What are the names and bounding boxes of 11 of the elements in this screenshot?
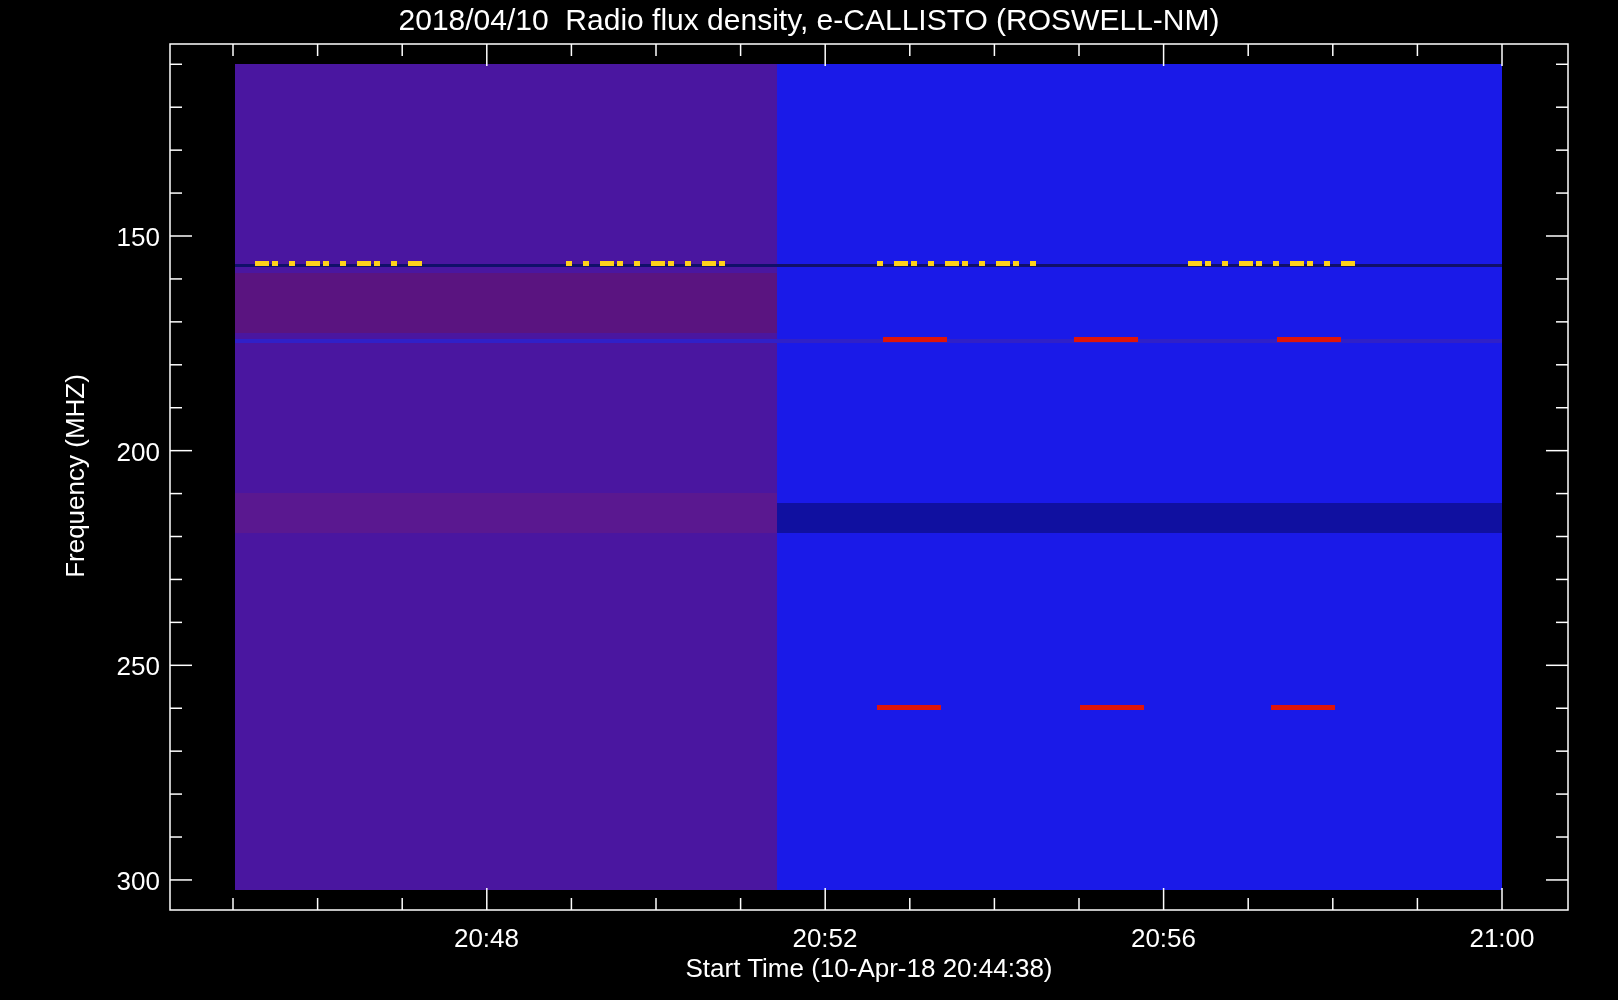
x-tick-label: 20:56 bbox=[1130, 923, 1197, 953]
x-tick-label: 21:00 bbox=[1469, 923, 1535, 953]
y-tick-label: 200 bbox=[116, 436, 160, 467]
x-tick-label: 20:52 bbox=[792, 923, 858, 953]
y-tick-label: 150 bbox=[116, 222, 160, 252]
chart-title: 2018/04/10 Radio flux density, e-CALLISTO (ROSWELL-NM) bbox=[398, 2, 1220, 38]
x-axis-label: Start Time (10-Apr-18 20:44:38) bbox=[685, 953, 1053, 983]
x-tick-label: 20:48 bbox=[453, 923, 520, 953]
y-tick-label: 300 bbox=[116, 865, 160, 896]
y-axis-label: Frequency (MHZ) bbox=[60, 374, 90, 578]
y-tick-label: 250 bbox=[116, 651, 160, 682]
